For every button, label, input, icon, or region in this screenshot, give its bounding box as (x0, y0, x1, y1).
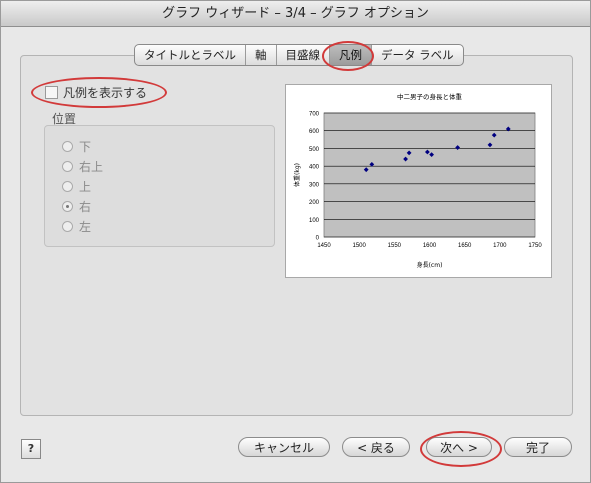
chart-wizard-dialog: グラフ ウィザード – 3/4 – グラフ オプション タイトルとラベル 軸 目… (0, 0, 591, 483)
radio-label: 左 (79, 220, 92, 234)
y-tick-label: 200 (309, 200, 320, 206)
tab-legend[interactable]: 凡例 (330, 45, 372, 65)
next-button[interactable]: 次へ > (426, 437, 492, 457)
tab-titles-labels[interactable]: タイトルとラベル (135, 45, 246, 65)
y-tick-label: 300 (309, 182, 320, 188)
radio-position-bottom[interactable]: 下 (62, 138, 91, 155)
radio-button[interactable] (62, 161, 73, 172)
radio-label: 上 (79, 180, 92, 194)
x-tick-label: 1750 (528, 243, 542, 249)
chart-preview: 0 100 200 300 400 500 600 700 1450 1500 1550 1600 16… (285, 84, 552, 278)
show-legend-label: 凡例を表示する (63, 86, 148, 100)
radio-position-top[interactable]: 上 (62, 178, 91, 195)
y-tick-label: 400 (309, 165, 320, 171)
option-tabs: タイトルとラベル 軸 目盛線 凡例 データ ラベル (134, 44, 464, 66)
y-tick-label: 700 (309, 112, 320, 118)
y-tick-label: 600 (309, 129, 320, 135)
show-legend-checkbox-row[interactable]: 凡例を表示する (45, 84, 147, 101)
legend-position-group: 下 右上 上 右 左 (44, 125, 275, 247)
tab-gridlines[interactable]: 目盛線 (277, 45, 330, 65)
show-legend-checkbox[interactable] (45, 86, 58, 99)
y-tick-label: 0 (316, 236, 320, 242)
radio-label: 下 (79, 140, 92, 154)
plot-area (323, 112, 536, 238)
radio-button[interactable] (62, 181, 73, 192)
radio-position-right[interactable]: 右 (62, 198, 91, 215)
radio-button[interactable] (62, 201, 73, 212)
tab-axes[interactable]: 軸 (246, 45, 277, 65)
x-tick-label: 1450 (317, 243, 331, 249)
y-axis-label: 体重(kg) (293, 163, 301, 187)
radio-label: 右上 (79, 160, 104, 174)
radio-button[interactable] (62, 221, 73, 232)
radio-position-left[interactable]: 左 (62, 218, 91, 235)
cancel-button[interactable]: キャンセル (238, 437, 330, 457)
scatter-chart: 0 100 200 300 400 500 600 700 1450 1500 1550 1600 16… (293, 92, 542, 269)
x-tick-label: 1550 (388, 243, 402, 249)
radio-label: 右 (79, 200, 92, 214)
window-title: グラフ ウィザード – 3/4 – グラフ オプション (1, 1, 590, 27)
x-tick-label: 1500 (352, 243, 366, 249)
x-tick-label: 1600 (423, 243, 437, 249)
y-tick-label: 100 (309, 218, 320, 224)
chart-title: 中二男子の身長と体重 (397, 92, 463, 101)
radio-position-top-right[interactable]: 右上 (62, 158, 103, 175)
x-tick-label: 1700 (493, 243, 507, 249)
tab-data-labels[interactable]: データ ラベル (372, 45, 463, 65)
help-button[interactable]: ? (21, 439, 41, 459)
x-axis-label: 身長(cm) (417, 261, 443, 269)
y-tick-label: 500 (309, 147, 320, 153)
radio-button[interactable] (62, 141, 73, 152)
finish-button[interactable]: 完了 (504, 437, 572, 457)
x-tick-label: 1650 (458, 243, 472, 249)
back-button[interactable]: < 戻る (342, 437, 410, 457)
